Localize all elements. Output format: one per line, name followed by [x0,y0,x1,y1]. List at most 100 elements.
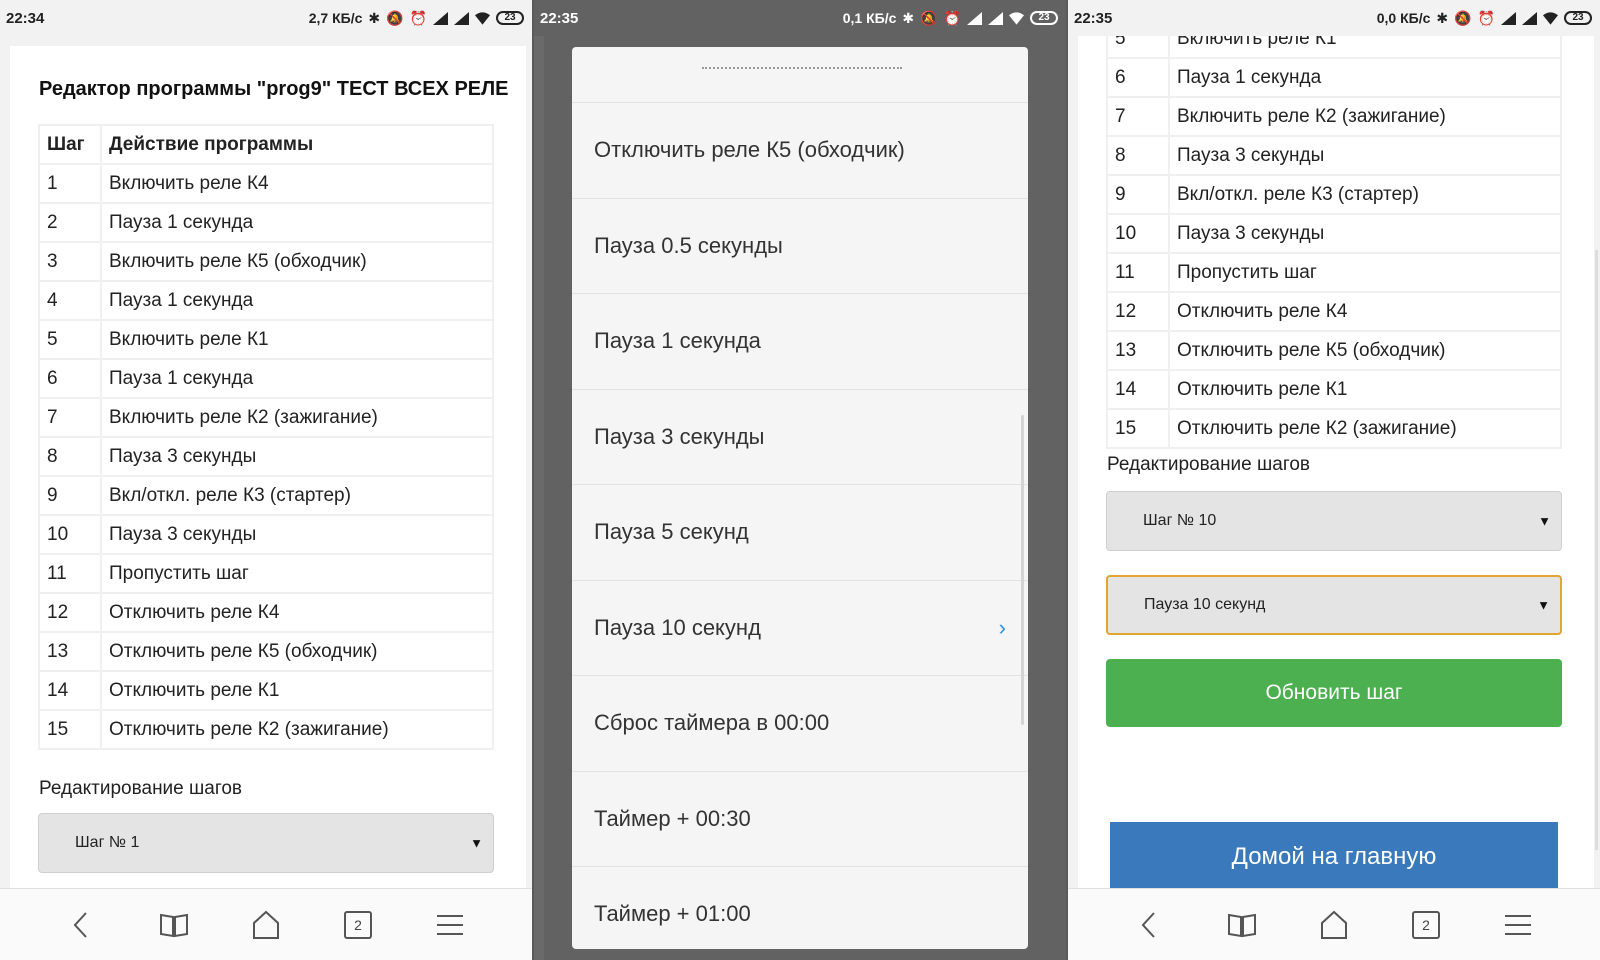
picker-option[interactable]: Таймер + 01:00 [572,867,1028,949]
network-speed: 2,7 КБ/с [308,10,363,26]
step-number: 14 [40,672,100,709]
picker-option[interactable]: Сброс таймера в 00:00 [572,676,1028,772]
signal-icon [454,11,469,25]
table-row: 10 Пауза 3 секунды [40,516,492,553]
mute-icon: 🔕 [386,10,404,26]
step-action: Пауза 1 секунда [1170,59,1560,96]
home-icon [1321,910,1347,939]
status-time: 22:34 [6,9,45,27]
alarm-icon: ⏰ [1477,10,1495,26]
back-button[interactable] [59,902,105,948]
dropdown-caret-icon: ▼ [470,835,483,851]
status-time: 22:35 [1074,9,1113,27]
book-icon [160,913,188,937]
table-row: 13 Отключить реле К5 (обходчик) [1108,332,1560,369]
signal-icon [988,11,1003,25]
step-action: Пауза 3 секунды [1170,215,1560,252]
update-step-button[interactable]: Обновить шаг [1106,659,1562,727]
picker-option[interactable]: Пауза 1 секунда [572,294,1028,390]
three-screenshots: 22:34 2,7 КБ/с ✱ 🔕 ⏰ 23 Редактор програм… [0,0,1600,960]
bookmarks-button[interactable] [151,902,197,948]
bluetooth-icon: ✱ [368,10,381,26]
picker-option-selected[interactable]: Пауза 10 секунд › [572,581,1028,676]
picker-option[interactable]: Пауза 3 секунды [572,390,1028,485]
step-action: Пауза 1 секунда [102,282,492,319]
step-number: 11 [1108,254,1168,291]
back-icon [1141,911,1155,938]
page-scrollbar[interactable] [1595,250,1598,850]
step-number: 6 [1108,59,1168,96]
tabs-button[interactable]: 2 [1403,902,1449,948]
step-number: 12 [1108,293,1168,330]
battery-icon: 23 [1564,11,1592,25]
step-number: 13 [40,633,100,670]
step-number: 12 [40,594,100,631]
step-number: 14 [1108,371,1168,408]
home-button[interactable] [1311,902,1357,948]
step-number: 9 [1108,176,1168,213]
step-number: 8 [1108,137,1168,174]
edit-steps-label: Редактирование шагов [39,778,242,799]
table-row: 12 Отключить реле К4 [40,594,492,631]
step-number: 10 [40,516,100,553]
signal-icon [967,11,982,25]
menu-button[interactable] [1495,902,1541,948]
action-select[interactable]: Пауза 10 секунд ▼ [1106,575,1562,635]
step-action: Пропустить шаг [1170,254,1560,291]
bluetooth-icon: ✱ [902,10,915,26]
step-number: 5 [1108,36,1168,57]
option-label: Пауза 5 секунд [594,519,749,545]
tabs-button[interactable]: 2 [335,902,381,948]
step-number: 1 [40,165,100,202]
back-icon [73,911,87,938]
picker-option[interactable]: Пауза 0.5 секунды [572,199,1028,294]
wifi-icon [1009,11,1024,25]
dialog-cut-off-item [572,47,1028,103]
option-label: Пауза 0.5 секунды [594,232,783,258]
home-button[interactable] [243,902,289,948]
bookmarks-button[interactable] [1219,902,1265,948]
step-action: Включить реле К2 (зажигание) [102,399,492,436]
table-row: 9 Вкл/откл. реле К3 (стартер) [1108,176,1560,213]
option-label: Пауза 1 секунда [594,328,761,354]
step-action: Отключить реле К1 [1170,371,1560,408]
step-number: 11 [40,555,100,592]
table-row: 6 Пауза 1 секунда [1108,59,1560,96]
dropdown-caret-icon: ▼ [1537,597,1550,613]
dialog-scrollbar[interactable] [1021,415,1024,725]
browser-nav-bar: 2 [0,888,532,960]
mute-icon: 🔕 [920,10,938,26]
table-row: 11 Пропустить шаг [1108,254,1560,291]
step-action: Пауза 1 секунда [102,360,492,397]
alarm-icon: ⏰ [409,10,427,26]
picker-option[interactable]: Пауза 5 секунд [572,485,1028,581]
table-row: 8 Пауза 3 секунды [1108,137,1560,174]
program-table: 5 Включить реле К1 6 Пауза 1 секунда 7 Вклю… [1106,36,1562,449]
back-button[interactable] [1127,902,1173,948]
step-select[interactable]: Шаг № 1 ▼ [38,813,494,873]
edit-steps-label: Редактирование шагов [1107,454,1310,475]
step-action: Отключить реле К5 (обходчик) [1170,332,1560,369]
table-row: 9 Вкл/откл. реле К3 (стартер) [40,477,492,514]
step-action: Включить реле К1 [102,321,492,358]
option-label: Пауза 3 секунды [594,423,765,449]
action-picker-dialog: Отключить реле К5 (обходчик) Пауза 0.5 с… [572,47,1028,949]
step-number: 15 [40,711,100,748]
step-select[interactable]: Шаг № 10 ▼ [1106,491,1562,551]
step-number: 6 [40,360,100,397]
menu-button[interactable] [427,902,473,948]
step-action: Включить реле К4 [102,165,492,202]
home-page-button[interactable]: Домой на главную [1110,822,1558,888]
option-label: Пауза 10 секунд [594,614,761,640]
table-row: 7 Включить реле К2 (зажигание) [1108,98,1560,135]
step-action: Вкл/откл. реле К3 (стартер) [102,477,492,514]
signal-icon [1501,11,1516,25]
picker-option[interactable]: Таймер + 00:30 [572,772,1028,867]
hamburger-menu-icon [1505,914,1531,935]
table-row: 15 Отключить реле К2 (зажигание) [40,711,492,748]
table-row: 4 Пауза 1 секунда [40,282,492,319]
battery-icon: 23 [1030,11,1058,25]
table-row: 3 Включить реле К5 (обходчик) [40,243,492,280]
step-action: Отключить реле К4 [1170,293,1560,330]
picker-option[interactable]: Отключить реле К5 (обходчик) [572,103,1028,199]
